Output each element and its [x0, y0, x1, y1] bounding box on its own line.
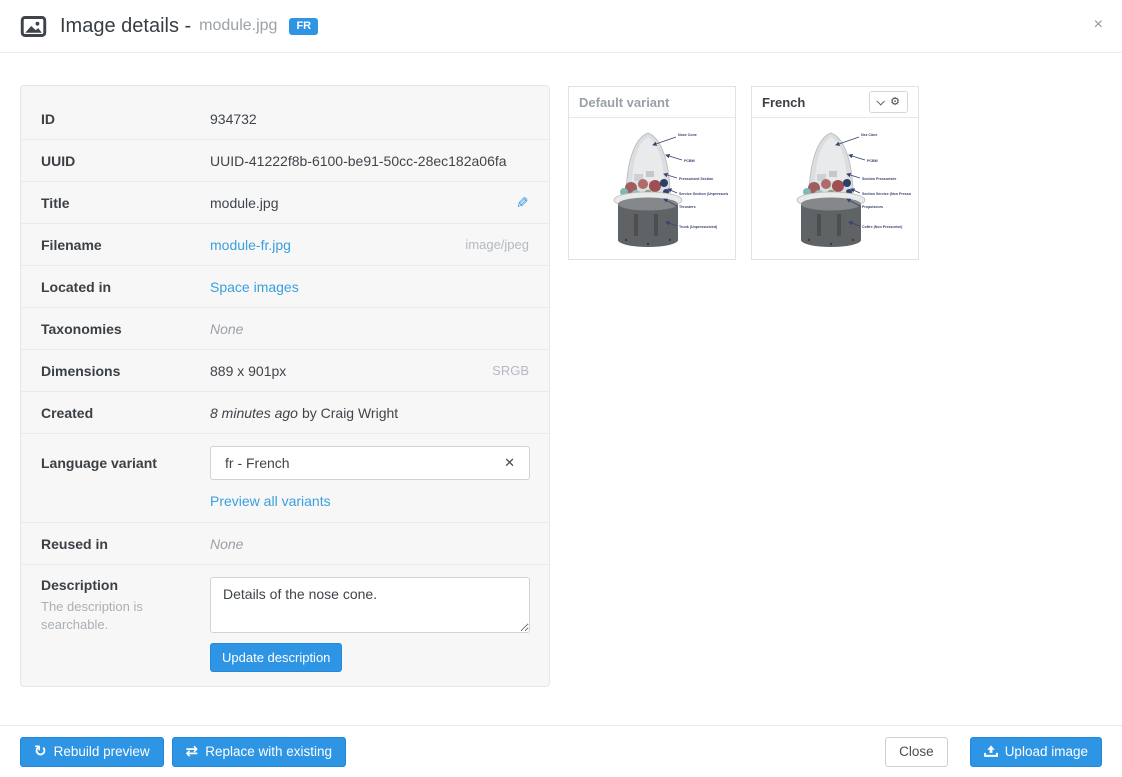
- default-variant-header: Default variant: [569, 87, 735, 118]
- rebuild-preview-button[interactable]: ↻ Rebuild preview: [20, 737, 164, 767]
- diagram-label: Service Section (Unpressurized): [679, 192, 728, 196]
- created-time: 8 minutes ago: [210, 405, 298, 421]
- rebuild-preview-label: Rebuild preview: [54, 744, 150, 759]
- clear-icon[interactable]: ✕: [504, 455, 515, 471]
- french-variant-preview[interactable]: Nez Cône PCBM Section Pressurisée Sectio…: [752, 118, 918, 259]
- default-variant-preview[interactable]: Nose Cone PCBM Pressurized Section Servi…: [569, 118, 735, 259]
- row-id: ID 934732: [21, 98, 549, 140]
- diagram-label: Trunk (Unpressurized): [679, 225, 718, 229]
- reused-in-value: None: [210, 536, 529, 552]
- default-variant-card: Default variant: [568, 86, 736, 260]
- reused-in-label: Reused in: [41, 536, 210, 552]
- dimensions-value: 889 x 901px: [210, 363, 492, 379]
- taxonomies-value: None: [210, 321, 529, 337]
- language-variant-value: fr - French: [225, 455, 290, 471]
- image-details-modal: Image details - module.jpg FR × ID 93473…: [0, 0, 1122, 777]
- replace-with-existing-label: Replace with existing: [205, 744, 332, 759]
- french-variant-card: French ⚙: [751, 86, 919, 260]
- variant-actions-button[interactable]: ⚙: [869, 91, 908, 113]
- modal-header: Image details - module.jpg FR ×: [0, 0, 1122, 53]
- replace-with-existing-button[interactable]: ⇄ Replace with existing: [172, 737, 346, 767]
- located-in-label: Located in: [41, 279, 210, 295]
- row-located-in: Located in Space images: [21, 266, 549, 308]
- uuid-value: UUID-41222f8b-6100-be91-50cc-28ec182a06f…: [210, 153, 529, 169]
- id-value: 934732: [210, 111, 529, 127]
- row-reused-in: Reused in None: [21, 523, 549, 565]
- diagram-label: Section Service (Non Pressurisée): [862, 192, 911, 196]
- title-label: Title: [41, 195, 210, 211]
- row-dimensions: Dimensions 889 x 901px SRGB: [21, 350, 549, 392]
- refresh-icon: ↻: [34, 744, 47, 759]
- swap-arrows-icon: ⇄: [186, 744, 199, 759]
- diagram-label: PCBM: [684, 159, 695, 163]
- id-label: ID: [41, 111, 210, 127]
- diagram-label: Coffre (Non Pressurisé): [862, 225, 903, 229]
- language-variant-label: Language variant: [41, 446, 210, 471]
- edit-pencil-icon[interactable]: ✎: [516, 194, 529, 212]
- uuid-label: UUID: [41, 153, 210, 169]
- default-variant-title: Default variant: [579, 95, 669, 110]
- gear-icon[interactable]: ⚙: [890, 97, 900, 108]
- upload-icon: [984, 745, 998, 758]
- language-variant-select[interactable]: fr - French ✕: [210, 446, 530, 480]
- preview-all-variants-link[interactable]: Preview all variants: [210, 493, 331, 509]
- row-taxonomies: Taxonomies None: [21, 308, 549, 350]
- filename-label: Filename: [41, 237, 210, 253]
- diagram-label: PCBM: [867, 159, 878, 163]
- created-label: Created: [41, 405, 210, 421]
- description-label: Description: [41, 577, 118, 593]
- page-title: Image details -: [60, 15, 191, 38]
- upload-image-button[interactable]: Upload image: [970, 737, 1102, 767]
- row-filename: Filename module-fr.jpg image/jpeg: [21, 224, 549, 266]
- row-created: Created 8 minutes ago by Craig Wright: [21, 392, 549, 434]
- color-space: SRGB: [492, 363, 529, 378]
- description-input[interactable]: Details of the nose cone.: [210, 577, 530, 633]
- taxonomies-label: Taxonomies: [41, 321, 210, 337]
- dimensions-label: Dimensions: [41, 363, 210, 379]
- diagram-label: Nose Cone: [678, 133, 697, 137]
- filename-link[interactable]: module-fr.jpg: [210, 237, 291, 253]
- row-language-variant: Language variant fr - French ✕ Preview a…: [21, 434, 549, 523]
- chevron-down-icon[interactable]: [877, 97, 885, 105]
- created-by: by Craig Wright: [302, 405, 398, 421]
- details-panel: ID 934732 UUID UUID-41222f8b-6100-be91-5…: [20, 85, 550, 687]
- description-hint: The description is searchable.: [41, 598, 191, 634]
- mime-type: image/jpeg: [465, 237, 529, 252]
- close-icon[interactable]: ×: [1094, 17, 1103, 33]
- variant-previews: Default variant: [568, 86, 919, 260]
- french-variant-header: French ⚙: [752, 87, 918, 118]
- update-description-button[interactable]: Update description: [210, 643, 342, 672]
- row-uuid: UUID UUID-41222f8b-6100-be91-50cc-28ec18…: [21, 140, 549, 182]
- diagram-label: Propulseurs: [862, 205, 883, 209]
- diagram-label: Pressurized Section: [679, 177, 713, 181]
- row-title: Title module.jpg ✎: [21, 182, 549, 224]
- french-variant-title: French: [762, 95, 805, 110]
- language-badge: FR: [289, 18, 318, 35]
- located-in-link[interactable]: Space images: [210, 279, 299, 295]
- diagram-label: Section Pressurisée: [862, 177, 896, 181]
- page-title-filename: module.jpg: [199, 17, 277, 35]
- modal-footer: ↻ Rebuild preview ⇄ Replace with existin…: [0, 725, 1122, 777]
- title-value: module.jpg: [210, 195, 516, 211]
- close-button[interactable]: Close: [885, 737, 948, 767]
- diagram-label: Thrusters: [679, 205, 696, 209]
- diagram-label: Nez Cône: [861, 133, 877, 137]
- upload-image-label: Upload image: [1005, 744, 1088, 759]
- image-icon: [20, 13, 47, 40]
- row-description: Description The description is searchabl…: [21, 565, 549, 686]
